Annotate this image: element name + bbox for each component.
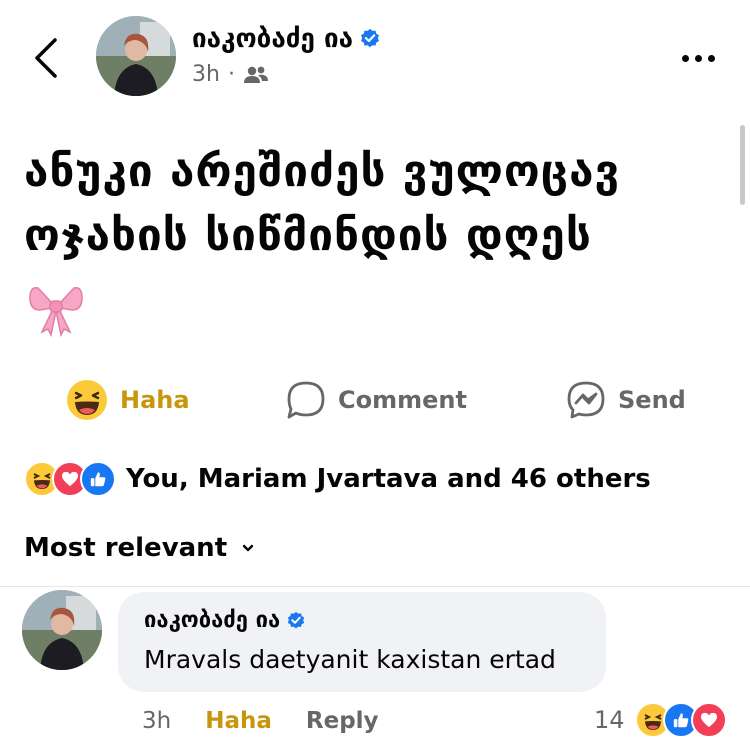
messenger-icon (567, 381, 605, 419)
comment-label: Comment (338, 386, 467, 414)
haha-label: Haha (120, 386, 190, 414)
comment-text: Mravals daetyanit kaxistan ertad (144, 645, 556, 674)
comment-reactions[interactable]: 14 (594, 700, 727, 740)
sort-label: Most relevant (24, 533, 228, 563)
divider (0, 586, 750, 587)
comment-button[interactable]: Comment (286, 370, 467, 430)
post-text: ანუკი არეშიძეს ვულოცავ ოჯახის სიწმინდის … (24, 146, 621, 261)
comment-reply-button[interactable]: Reply (306, 708, 379, 734)
verified-badge-icon (361, 28, 379, 48)
author-avatar[interactable] (96, 16, 176, 96)
commenter-name-text: იაკობაძე ია (144, 608, 281, 633)
reactions-summary[interactable]: You, Mariam Jvartava and 46 others (24, 458, 651, 500)
haha-emoji-icon (67, 380, 107, 420)
love-reaction-icon (690, 702, 727, 738)
friends-audience-icon (243, 66, 268, 83)
haha-reaction-button[interactable]: Haha (66, 370, 190, 430)
ribbon-icon (29, 286, 83, 338)
author-name-text: იაკობაძე ია (192, 24, 354, 54)
comment-bubble-icon (287, 381, 325, 419)
chevron-down-icon (242, 544, 254, 552)
more-dots-icon (681, 54, 715, 62)
comment-meta: 3h Haha Reply (142, 703, 413, 739)
send-label: Send (618, 386, 686, 414)
post-action-bar: Haha Comment Send (0, 370, 750, 430)
commenter-name[interactable]: იაკობაძე ია (144, 608, 306, 633)
verified-badge-icon (288, 611, 305, 628)
post-meta: 3h · (192, 62, 269, 87)
reactions-summary-text: You, Mariam Jvartava and 46 others (126, 464, 651, 494)
commenter-avatar[interactable] (22, 590, 102, 670)
scrollbar[interactable] (740, 125, 745, 205)
send-button[interactable]: Send (566, 370, 686, 430)
chevron-left-icon (35, 38, 57, 78)
more-options-button[interactable] (668, 40, 728, 76)
ribbon-emoji: 🎀 (26, 278, 86, 338)
post-time[interactable]: 3h (192, 62, 220, 87)
comment-sort-selector[interactable]: Most relevant (24, 528, 255, 568)
comment-bubble[interactable] (118, 592, 606, 692)
comment-reaction-count: 14 (594, 706, 625, 734)
meta-separator: · (227, 62, 235, 87)
comment-haha-button[interactable]: Haha (205, 708, 272, 734)
author-name[interactable]: იაკობაძე ია (192, 24, 381, 54)
like-reaction-icon (80, 461, 116, 497)
comment-time[interactable]: 3h (142, 708, 171, 734)
back-button[interactable] (22, 30, 70, 86)
